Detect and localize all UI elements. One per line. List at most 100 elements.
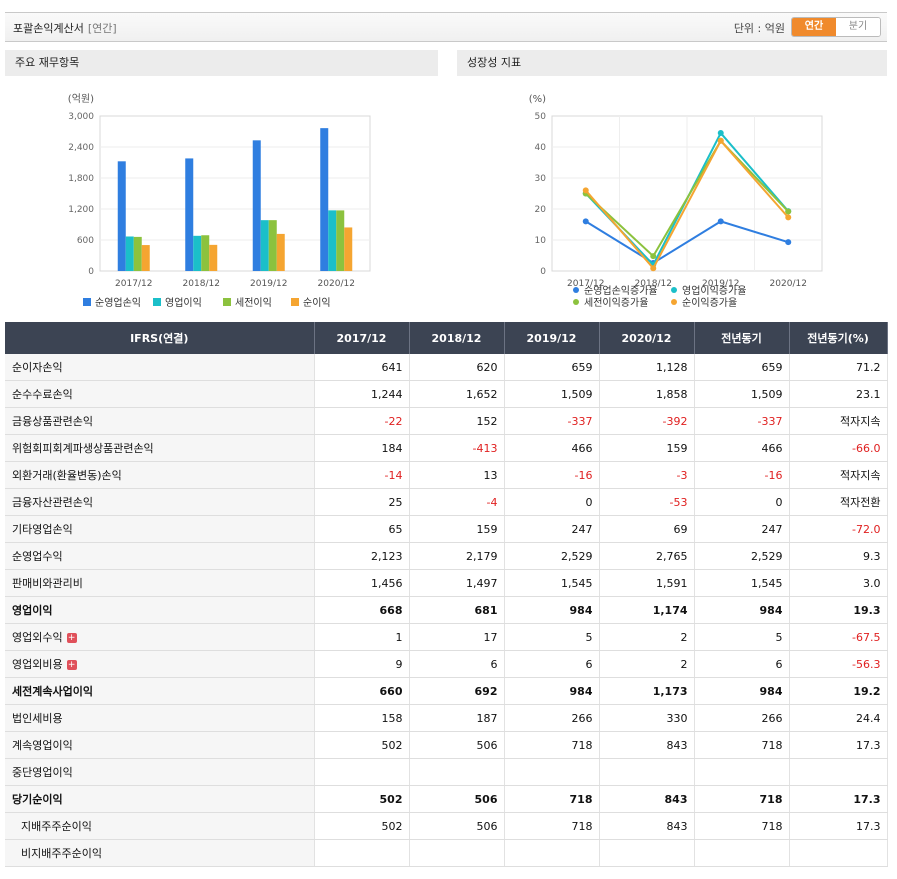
table-cell: 24.4 [789,704,888,732]
data-point [582,218,589,225]
legend-label: 세전이익 [235,297,272,309]
table-cell: 23.1 [789,380,888,408]
table-cell: 641 [314,354,410,381]
table-row: 순영업수익 2,123 2,179 2,529 2,765 2,529 9.3 [5,542,888,570]
table-cell: 2,179 [409,542,505,570]
table-cell: 266 [504,704,600,732]
y-tick-label: 0 [540,267,546,277]
table-cell: 158 [314,704,410,732]
bar [344,227,353,271]
expand-plus-icon[interactable]: + [66,660,77,670]
growth-panel: 성장성 지표 (%) 50 40 30 20 10 0 2017/12 2018/12 2019/… [457,50,887,320]
table-row: 영업이익 668 681 984 1,174 984 19.3 [5,596,888,624]
table-cell: 1,509 [694,380,790,408]
column-header: 전년동기 [694,322,790,354]
row-label: 비지배주주순이익 [5,839,315,867]
row-label: 위험회피회계파생상품관련손익 [5,434,315,462]
table-cell: 적자전환 [789,488,888,516]
table-cell: 6 [694,650,790,678]
unit-label: 단위 : 억원 [733,22,785,35]
table-cell: 5 [504,623,600,651]
y-tick-label: 10 [535,236,547,246]
row-label: 순수수료손익 [5,380,315,408]
x-tick-label: 2017/12 [115,279,152,289]
table-cell: 718 [694,785,790,813]
table-cell: 502 [314,785,410,813]
legend-swatch [671,287,677,293]
x-tick-label: 2018/12 [183,279,220,289]
table-cell: -72.0 [789,515,888,543]
table-cell: 1 [314,623,410,651]
x-tick-label: 2019/12 [250,279,287,289]
table-row: 비지배주주순이익 [5,839,888,867]
table-row: 외환거래(환율변동)손익 -14 13 -16 -3 -16 적자지속 [5,461,888,489]
row-label: 세전계속사업이익 [5,677,315,705]
table-cell: 적자지속 [789,407,888,435]
table-cell: 984 [694,596,790,624]
y-tick-label: 30 [535,174,547,184]
table-cell: 5 [694,623,790,651]
column-header: 2019/12 [504,322,600,354]
row-label: 중단영업이익 [5,758,315,786]
row-label: 영업이익 [5,596,315,624]
table-row: 순이자손익 641 620 659 1,128 659 71.2 [5,354,888,381]
table-cell: 1,509 [504,380,600,408]
table-cell: 718 [504,785,600,813]
y-tick-label: 1,800 [68,174,94,184]
y-tick-label: 20 [535,205,547,215]
table-cell: -67.5 [789,623,888,651]
table-row: 순수수료손익 1,244 1,652 1,509 1,858 1,509 23.1 [5,380,888,408]
data-point [717,218,724,225]
table-cell: 2 [599,650,695,678]
table-cell: 17 [409,623,505,651]
x-tick-label: 2020/12 [770,279,807,289]
table-row: 기타영업손익 65 159 247 69 247 -72.0 [5,515,888,543]
y-axis-label: (억원) [68,93,94,105]
table-cell: 659 [694,354,790,381]
main-financials-panel: 주요 재무항목 (억원) 3,000 2,400 1,800 1,200 600 0 2017… [5,50,438,320]
period-tag: [연간] [87,22,117,35]
table-cell: 1,456 [314,569,410,597]
expand-plus-icon[interactable]: + [66,633,77,643]
table-cell: 984 [694,677,790,705]
table-cell: 159 [599,434,695,462]
y-axis-label: (%) [529,94,546,105]
table-cell: 187 [409,704,505,732]
bar [209,244,218,271]
quarter-toggle-button[interactable]: 분기 [836,18,880,36]
table-row: 계속영업이익 502 506 718 843 718 17.3 [5,731,888,759]
y-tick-label: 3,000 [68,112,94,122]
legend-swatch [573,299,579,305]
table-cell: 506 [409,785,505,813]
income-statement-table: IFRS(연결) 2017/12 2018/12 2019/12 2020/12 전년동기… [5,322,888,867]
table-cell: 718 [694,812,790,840]
row-label: 계속영업이익 [5,731,315,759]
y-tick-label: 2,400 [68,143,94,153]
legend-swatch [83,298,91,306]
annual-toggle-button[interactable]: 연간 [792,18,836,36]
table-cell: 247 [504,515,600,543]
row-label: 법인세비용 [5,704,315,732]
legend-label: 순영업손익 [95,296,141,309]
column-header: IFRS(연결) [5,322,315,354]
table-cell [409,758,505,786]
table-cell: 266 [694,704,790,732]
column-header: 2020/12 [599,322,695,354]
y-tick-label: 0 [88,267,94,277]
table-row: 금융상품관련손익 -22 152 -337 -392 -337 적자지속 [5,407,888,435]
table-cell: -14 [314,461,410,489]
bar [336,210,345,271]
legend-label: 영업이익증가율 [682,284,746,297]
table-cell: 843 [599,731,695,759]
table-cell [599,839,695,867]
legend-label: 순영업손익증가율 [584,284,658,297]
table-cell: 659 [504,354,600,381]
table-cell: 3.0 [789,569,888,597]
table-cell: 159 [409,515,505,543]
legend-swatch [153,298,161,306]
table-row: 영업외비용 +9 6 6 2 6 -56.3 [5,650,888,678]
column-header: 2018/12 [409,322,505,354]
legend-label: 세전이익증가율 [584,297,648,309]
table-cell: 19.3 [789,596,888,624]
table-cell: 330 [599,704,695,732]
